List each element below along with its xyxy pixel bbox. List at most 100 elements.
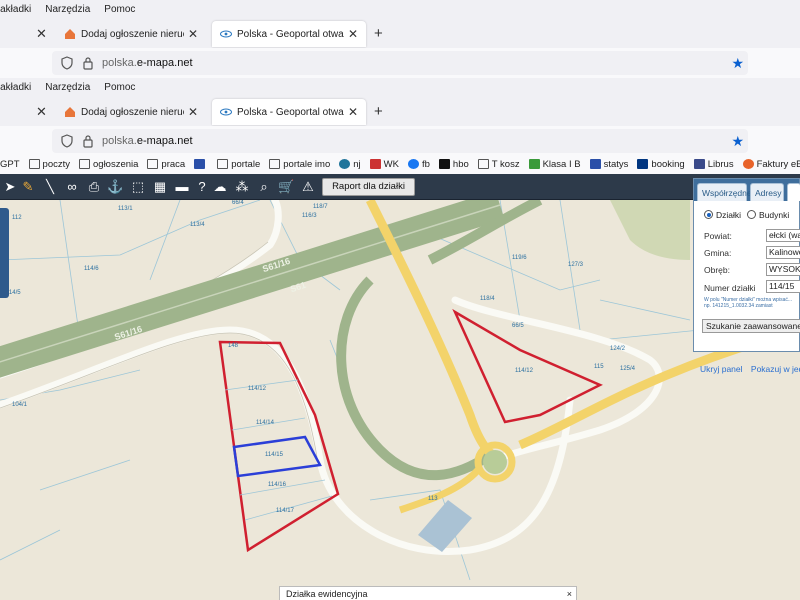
cloud-upload-icon[interactable]: ☁ xyxy=(212,179,228,195)
bookmark-poczty[interactable]: poczty xyxy=(28,159,70,170)
grid-icon[interactable]: ▦ xyxy=(152,179,168,195)
bookmark-nj[interactable]: nj xyxy=(339,159,361,170)
map-drawing xyxy=(0,200,800,581)
link-icon[interactable]: ∞ xyxy=(64,179,80,195)
radio-parcels[interactable]: Działki xyxy=(704,210,741,220)
radio-dot xyxy=(747,210,757,219)
tab-parcels[interactable] xyxy=(787,183,800,201)
close-icon[interactable]: ✕ xyxy=(348,27,358,41)
star-icon[interactable]: ★ xyxy=(731,133,744,150)
warning-icon[interactable]: ⚠ xyxy=(300,179,316,195)
tab-ad-listing[interactable]: Dodaj ogłoszenie nieruchomośc ✕ xyxy=(56,99,206,125)
bookmark-statys[interactable]: statys xyxy=(589,159,628,170)
map-canvas[interactable]: 112 113/1 113/4 66/4 118/7 116/3 114/6 1… xyxy=(0,200,800,600)
folder-icon xyxy=(147,159,159,169)
parcel-number-input[interactable]: 114/15 xyxy=(766,280,800,293)
bookmark-hbo[interactable]: hbo xyxy=(438,158,469,170)
close-icon[interactable]: ✕ xyxy=(188,27,198,41)
zoom-icon[interactable]: ⌕ xyxy=(256,179,272,195)
bookmark-label: hbo xyxy=(452,158,469,170)
bookmark-site[interactable] xyxy=(194,159,208,169)
menu-help[interactable]: Pomoc xyxy=(104,82,135,93)
parcel-label: 114/14 xyxy=(256,420,274,426)
bookmark-ogloszenia[interactable]: ogłoszenia xyxy=(79,159,138,170)
folder-icon xyxy=(79,159,90,169)
lock-icon[interactable] xyxy=(82,134,94,148)
measure-line-icon[interactable]: ╲ xyxy=(42,179,58,195)
shield-icon[interactable] xyxy=(60,134,74,148)
district-select[interactable]: ełcki (wa xyxy=(766,229,800,242)
pointer-icon[interactable]: ➤ xyxy=(2,179,18,195)
new-tab-icon[interactable]: + xyxy=(374,25,383,42)
bookmark-label: ogłoszenia xyxy=(93,158,139,170)
parcel-label: 114/17 xyxy=(276,508,294,514)
show-in-one-link[interactable]: Pokazuj w jednym xyxy=(751,364,800,374)
star-icon[interactable]: ★ xyxy=(731,55,744,72)
site-icon xyxy=(194,159,206,169)
bookmark-faktury[interactable]: Faktury eBOK PGNiG – xyxy=(742,159,800,170)
parcel-number-label: Numer działki xyxy=(704,283,756,293)
tab-ad-listing[interactable]: Dodaj ogłoszenie nieruchomośc ✕ xyxy=(56,21,206,47)
anchor-icon[interactable]: ⚓ xyxy=(107,179,123,195)
bookmark-gpt[interactable]: GPT xyxy=(0,159,20,170)
bookmark-fb[interactable]: fb xyxy=(407,158,430,170)
close-icon[interactable]: ✕ xyxy=(36,104,47,120)
lock-icon[interactable] xyxy=(82,56,94,70)
url-text: polska.e-mapa.net xyxy=(102,57,193,69)
bookmark-portale-imo[interactable]: portale imo xyxy=(269,159,330,170)
folder-icon xyxy=(477,159,489,169)
address-bar[interactable]: polska.e-mapa.net xyxy=(52,51,748,75)
close-icon[interactable]: ✕ xyxy=(348,105,358,119)
shield-icon[interactable] xyxy=(60,56,74,70)
wordpress-icon xyxy=(339,159,351,169)
bookmark-librus[interactable]: Librus xyxy=(693,159,734,170)
bookmark-label: fb xyxy=(421,158,430,170)
commune-select[interactable]: Kalinowo xyxy=(766,246,800,259)
folder-icon xyxy=(28,159,40,169)
menu-bookmarks[interactable]: Zakładki xyxy=(0,82,31,93)
bookmark-label: portale imo xyxy=(283,158,331,170)
new-tab-icon[interactable]: + xyxy=(374,103,383,120)
booking-icon xyxy=(637,159,649,169)
bookmark-t-kosz[interactable]: T kosz xyxy=(477,159,520,170)
tab-addresses[interactable]: Adresy xyxy=(750,183,784,201)
tab-geoportal[interactable]: Polska - Geoportal otwartych da ✕ xyxy=(212,21,366,47)
parcel-label: 66/4 xyxy=(232,200,244,206)
cart-icon[interactable]: 🛒 xyxy=(278,179,294,195)
bookmark-klasa[interactable]: Klasa I B xyxy=(528,159,581,170)
menu-bar: Zakładki Narzędzia Pomoc xyxy=(0,0,800,18)
tab-coordinates[interactable]: Współrzędne xyxy=(697,183,752,201)
close-icon[interactable]: ✕ xyxy=(36,26,47,42)
bookmark-booking[interactable]: booking xyxy=(637,159,685,170)
network-icon[interactable]: ⁂ xyxy=(234,179,250,195)
radio-buildings[interactable]: Budynki xyxy=(747,210,789,220)
bookmark-label: WK xyxy=(383,158,399,170)
parcel-label: 114/6 xyxy=(84,266,99,272)
help-icon[interactable]: ? xyxy=(194,179,210,195)
house-icon xyxy=(65,29,75,39)
close-icon[interactable]: × xyxy=(567,587,572,600)
comment-icon[interactable]: ▬ xyxy=(174,179,190,195)
tab-geoportal[interactable]: Polska - Geoportal otwartych da ✕ xyxy=(212,99,366,125)
menu-tools[interactable]: Narzędzia xyxy=(45,4,90,15)
precinct-select[interactable]: WYSOKI xyxy=(766,263,800,276)
radio-dot xyxy=(704,210,713,219)
print-icon[interactable]: ⎙ xyxy=(86,179,102,195)
parcel-info-title: Działka ewidencyjna xyxy=(286,589,368,599)
advanced-search-button[interactable]: Szukanie zaawansowane xyxy=(702,319,800,333)
close-icon[interactable]: ✕ xyxy=(188,105,198,119)
menu-bookmarks[interactable]: Zakładki xyxy=(0,4,31,15)
pencil-icon[interactable]: ✎ xyxy=(20,179,36,195)
parcel-label: 112 xyxy=(12,215,22,221)
menu-tools[interactable]: Narzędzia xyxy=(45,82,90,93)
address-bar[interactable]: polska.e-mapa.net xyxy=(52,129,748,153)
bookmark-wk[interactable]: WK xyxy=(369,158,399,170)
menu-help[interactable]: Pomoc xyxy=(104,4,135,15)
site-icon xyxy=(589,159,601,169)
report-button[interactable]: Raport dla działki xyxy=(322,178,415,196)
left-panel-handle[interactable] xyxy=(0,208,9,298)
select-area-icon[interactable]: ⬚ xyxy=(130,179,146,195)
bookmark-portale[interactable]: portale xyxy=(217,159,260,170)
bookmark-praca[interactable]: praca xyxy=(147,159,185,170)
hide-panel-link[interactable]: Ukryj panel xyxy=(700,364,743,374)
